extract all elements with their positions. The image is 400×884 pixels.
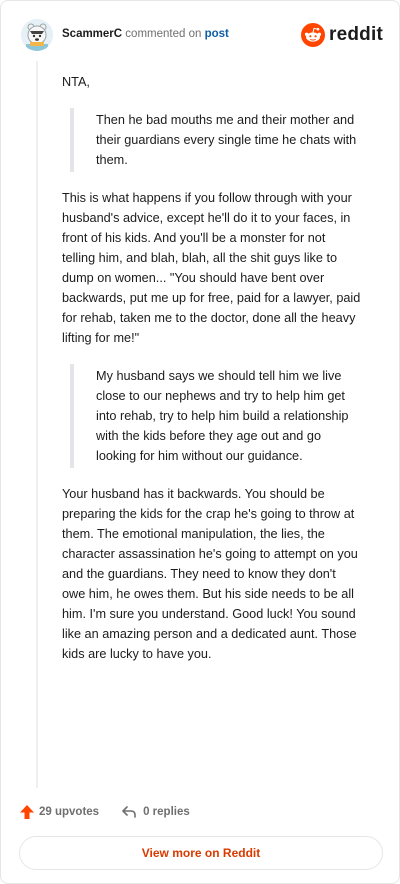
post-link[interactable]: post [205,28,229,40]
comment-embed-card: ScammerC commented on post reddit NTA, T… [0,0,400,884]
reddit-logo[interactable]: reddit [301,21,383,49]
comment-footer: 29 upvotes 0 replies [19,801,190,823]
reddit-snoo-icon [301,23,326,47]
username-link[interactable]: ScammerC [62,28,122,40]
view-more-label: View more on Reddit [141,846,261,860]
blockquote: Then he bad mouths me and their mother a… [70,108,362,172]
blockquote: My husband says we should tell him we li… [70,364,362,468]
upvote-arrow-icon [20,805,34,819]
quote-text: My husband says we should tell him we li… [96,369,349,463]
comment-header: ScammerC commented on post reddit [21,15,383,55]
reddit-wordmark: reddit [329,24,383,45]
comment-paragraph: This is what happens if you follow throu… [62,191,361,345]
upvote-button[interactable]: 29 upvotes [19,804,99,820]
action-text: commented on [125,28,202,40]
avatar[interactable] [21,19,53,51]
view-more-button[interactable]: View more on Reddit [19,836,383,870]
replies-count: 0 replies [143,806,190,818]
thread-line [36,61,38,788]
replies-button[interactable]: 0 replies [121,804,190,820]
reply-icon [122,806,136,818]
comment-opening: NTA, [62,75,90,89]
upvote-count: 29 upvotes [39,806,100,818]
comment-paragraph: Your husband has it backwards. You shoul… [62,487,358,661]
comment-body: NTA, Then he bad mouths me and their mot… [62,72,362,680]
comment-meta: ScammerC commented on post [62,27,229,41]
quote-text: Then he bad mouths me and their mother a… [96,113,357,167]
avatar-bear-icon [21,19,53,51]
